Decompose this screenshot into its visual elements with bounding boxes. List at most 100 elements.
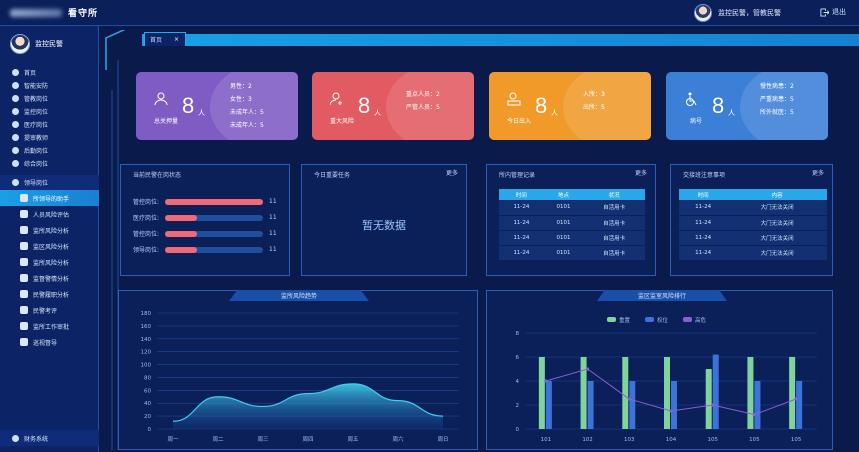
sidebar-item-home[interactable]: 首页 <box>0 66 99 79</box>
user-area[interactable]: 监控民警，管教民警 <box>694 4 781 22</box>
sidebar-item-monitor[interactable]: 监控岗位 <box>0 105 99 118</box>
column-header: 时间 <box>679 189 728 200</box>
post-bar-track <box>165 246 264 253</box>
sidebar-item-label: 提审教师 <box>24 135 49 142</box>
home-icon <box>12 69 19 76</box>
sidebar-subitem-prison-risk-2[interactable]: 监所风险分析 <box>0 254 99 270</box>
line-point <box>627 397 631 401</box>
sidebar-subitem-risk-assessment[interactable]: 人员风险评估 <box>0 206 99 222</box>
sidebar-item-label: 民警考评 <box>33 307 58 315</box>
sidebar-item-label: 民警履职分析 <box>33 291 70 299</box>
post-bar-track <box>165 214 264 221</box>
sidebar-subitem-prison-risk[interactable]: 监所风险分析 <box>0 222 99 238</box>
person-card-icon <box>507 92 521 106</box>
tab-label: 首页 <box>150 37 163 44</box>
y-tick-label: 40 <box>144 401 151 407</box>
table-row[interactable]: 11-24 0101 自活用卡 <box>499 230 645 246</box>
card-unit: 人 <box>551 109 558 117</box>
bar <box>545 381 552 429</box>
sidebar-item-general[interactable]: 综合岗位 <box>0 157 99 170</box>
sidebar-item-label: 财务系统 <box>24 435 49 443</box>
card-details: 重点人员：2 严管人员：5 <box>406 88 440 114</box>
x-tick-label: 周日 <box>437 436 448 443</box>
sidebar: 监控民警 首页 智能安防 管教岗位 监控岗位 医疗岗位 提审教师 后勤岗位 综合… <box>0 26 99 452</box>
sidebar-user-name: 监控民警 <box>35 40 63 48</box>
empty-state: 暂无数据 <box>362 219 406 232</box>
sidebar-item-finance[interactable]: 财务系统 <box>0 430 99 446</box>
card-detail: 所外就医：5 <box>760 109 794 116</box>
post-label: 医疗岗位: <box>133 215 160 222</box>
sidebar-group-leader[interactable]: 领导岗位 <box>0 175 99 190</box>
risk-trend-chart: 0 20 40 60 80 100 120 140 160 180 周一 周二 周三 周四 周五 周六 周日 <box>141 311 459 443</box>
card-unit: 人 <box>728 109 735 117</box>
panel-today-tasks: 今日重要任务 更多 暂无数据 <box>301 164 467 276</box>
line-point <box>794 397 798 401</box>
line-point <box>752 413 757 417</box>
sidebar-item-label: 智能安防 <box>24 83 49 90</box>
tab-home[interactable]: 首页 × <box>144 32 186 46</box>
card-details: 入所：3 出所：5 <box>583 88 605 114</box>
bar <box>622 357 629 429</box>
monitor-icon <box>12 434 19 442</box>
sidebar-item-medical[interactable]: 医疗岗位 <box>0 118 99 131</box>
logout-button[interactable]: 退出 <box>820 7 846 17</box>
blurred-logo-text <box>10 8 62 17</box>
sidebar-subitem-evaluation[interactable]: 民警考评 <box>0 302 99 318</box>
legend-swatch <box>607 317 616 322</box>
card-label: 重大风险 <box>329 118 354 125</box>
card-detail: 严管人员：5 <box>406 104 440 111</box>
table-row[interactable]: 11-24 大门无法关闭 <box>679 200 827 216</box>
sidebar-item-logistics[interactable]: 后勤岗位 <box>0 144 99 157</box>
card-value: 8 <box>712 93 725 118</box>
y-tick-label: 20 <box>144 414 151 420</box>
table-row[interactable]: 11-24 0101 自活用卡 <box>499 215 645 231</box>
sidebar-subitem-alert-analysis[interactable]: 监督警情分析 <box>0 270 99 286</box>
table-row[interactable]: 11-24 0101 自活用卡 <box>499 245 645 261</box>
sidebar-subitem-approval[interactable]: 监所工作审批 <box>0 318 99 334</box>
bar <box>747 357 754 429</box>
sidebar-subitem-area-risk[interactable]: 监区风险分析 <box>0 238 99 254</box>
post-value: 11 <box>269 198 277 205</box>
table-row[interactable]: 11-24 大门无法关闭 <box>679 230 827 246</box>
close-icon[interactable]: × <box>174 36 179 43</box>
sidebar-item-label: 医疗岗位 <box>24 122 49 129</box>
x-tick-label: 周一 <box>167 436 179 443</box>
more-link[interactable]: 更多 <box>446 168 458 177</box>
card-details: 男性：2 女性：3 未成年人：5 未成年人：5 <box>230 80 264 132</box>
panel-title: 交接班注意事项 <box>683 172 726 179</box>
line-point <box>544 379 548 383</box>
card-detail: 未成年人：5 <box>230 122 264 129</box>
legend-label: 权位 <box>657 316 669 324</box>
post-bar-fill <box>165 246 198 253</box>
sidebar-item-management[interactable]: 管教岗位 <box>0 92 99 105</box>
sidebar-item-label: 监督警情分析 <box>33 275 70 283</box>
y-tick-label: 60 <box>144 388 151 394</box>
panel-post-status: 当前民警在岗状态 管控岗位: 11 医疗岗位: 11 管控岗位: 11 领导岗位… <box>120 164 290 276</box>
table-header-row: 时间 地点 状况 <box>499 189 645 200</box>
sidebar-subitem-assistant[interactable]: 所领导的助手 <box>0 190 99 206</box>
avatar[interactable] <box>694 4 712 22</box>
more-link[interactable]: 更多 <box>812 168 824 177</box>
y-tick-label: 8 <box>516 331 520 337</box>
sidebar-item-interrogation[interactable]: 提审教师 <box>0 131 99 144</box>
table-cell: 自活用卡 <box>583 215 645 231</box>
table-header-row: 时间 内容 <box>679 189 827 200</box>
alert-icon <box>20 274 28 282</box>
column-header: 状况 <box>583 189 645 200</box>
sidebar-subitem-duty-analysis[interactable]: 民警履职分析 <box>0 286 99 302</box>
sidebar-subitem-inspection[interactable]: 巡视督导 <box>0 334 99 350</box>
gear-icon <box>12 179 19 186</box>
main-content: 首页 × 总关押量 8 人 男性：2 女性：3 未成年人：5 未成年人：5 重大… <box>104 30 859 452</box>
table-row[interactable]: 11-24 大门无法关闭 <box>679 215 827 231</box>
table-cell: 11-24 <box>679 200 728 216</box>
table-row[interactable]: 11-24 大门无法关闭 <box>679 245 827 261</box>
sidebar-item-label: 后勤岗位 <box>24 148 49 155</box>
sidebar-item-security[interactable]: 智能安防 <box>0 79 99 92</box>
x-tick-label: 周六 <box>392 435 404 443</box>
panel-handover-notes: 交接班注意事项 更多 时间 内容 11-24 大门无法关闭 11-24 大门无法关闭… <box>670 164 833 276</box>
table-row[interactable]: 11-24 0101 自活用卡 <box>499 200 645 216</box>
handover-table: 时间 内容 11-24 大门无法关闭 11-24 大门无法关闭 11-24 大门无法关… <box>679 189 827 261</box>
x-tick-label: 周二 <box>212 436 224 443</box>
more-link[interactable]: 更多 <box>635 168 647 177</box>
area-ranking-chart: 0 2 4 6 8 101 102 103 104 105 105 105 重置 权位 高危 <box>516 316 817 443</box>
